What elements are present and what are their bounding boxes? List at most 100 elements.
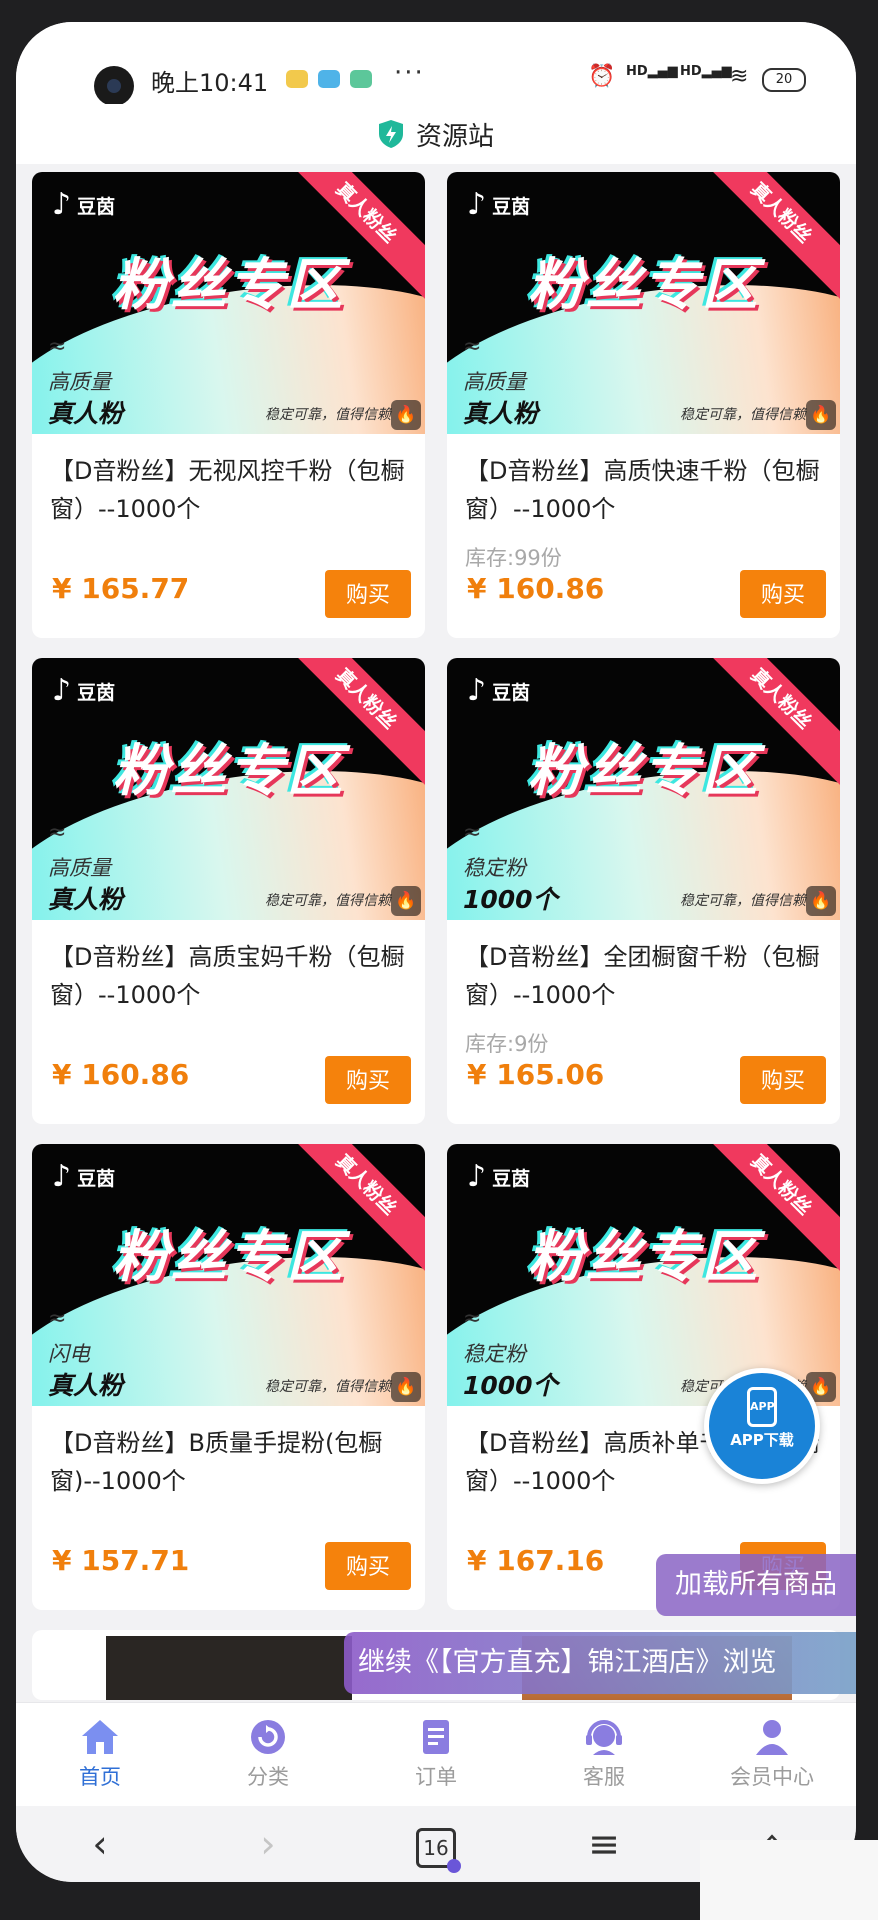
- stock-label: 库存:99份: [465, 546, 562, 570]
- fire-icon: 🔥: [395, 891, 417, 911]
- product-banner: ♪豆茵粉丝专区真人粉丝≈高质量真人粉稳定可靠，值得信赖🔥0: [447, 172, 840, 434]
- banner-tagline: 稳定可靠，值得信赖: [265, 893, 391, 909]
- brand-logo: ♪ 豆茵: [467, 1162, 530, 1192]
- product-banner: ♪豆茵粉丝专区真人粉丝≈闪电真人粉稳定可靠，值得信赖🔥0: [32, 1144, 425, 1406]
- product-card[interactable]: ♪豆茵粉丝专区真人粉丝≈高质量真人粉稳定可靠，值得信赖🔥0【D音粉丝】高质快速千…: [447, 172, 840, 638]
- page-title: 资源站: [415, 121, 494, 152]
- product-card[interactable]: ♪豆茵粉丝专区真人粉丝≈稳定粉1000个稳定可靠，值得信赖🔥0【D音粉丝】全团橱…: [447, 658, 840, 1124]
- buy-button[interactable]: 购买: [740, 1056, 826, 1104]
- stock-label: 库存:9份: [465, 1032, 549, 1056]
- music-note-icon: ♪: [52, 1159, 72, 1194]
- banner-title: 粉丝专区: [527, 253, 760, 318]
- product-banner: ♪豆茵粉丝专区真人粉丝≈高质量真人粉稳定可靠，值得信赖🔥0: [32, 658, 425, 920]
- order-icon: [423, 1720, 449, 1754]
- more-notifications-icon: ···: [394, 58, 425, 88]
- menu-button[interactable]: ≡: [564, 1822, 644, 1866]
- camera-cutout: [94, 66, 134, 106]
- brand-name: 豆茵: [77, 195, 116, 218]
- fire-icon: 🔥: [395, 1377, 417, 1397]
- banner-line2: 1000个: [463, 885, 558, 914]
- banner-title: 粉丝专区: [112, 739, 345, 804]
- tab-service[interactable]: 客服: [520, 1703, 688, 1807]
- product-price: ¥ 165.77: [52, 572, 190, 605]
- tab-category[interactable]: 分类: [184, 1703, 352, 1807]
- product-banner: ♪豆茵粉丝专区真人粉丝≈稳定粉1000个稳定可靠，值得信赖🔥0: [447, 1144, 840, 1406]
- fire-icon: 🔥: [395, 405, 417, 425]
- app-download-button[interactable]: APP APP下载: [704, 1368, 820, 1484]
- banner-line2: 真人粉: [48, 1371, 124, 1400]
- banner-title: 粉丝专区: [112, 253, 345, 318]
- buy-button[interactable]: 购买: [325, 1542, 411, 1590]
- banner-line1: 稳定粉: [463, 1342, 526, 1366]
- wave-glyph-icon: ≈: [463, 334, 482, 359]
- tab-home[interactable]: 首页: [16, 1703, 184, 1807]
- brand-logo: ♪ 豆茵: [467, 676, 530, 706]
- tabs-button[interactable]: 16: [396, 1820, 476, 1873]
- banner-tagline: 稳定可靠，值得信赖: [680, 893, 806, 909]
- brand-name: 豆茵: [492, 1167, 531, 1190]
- buy-button[interactable]: 购买: [740, 570, 826, 618]
- tab-orders[interactable]: 订单: [352, 1703, 520, 1807]
- product-title[interactable]: 【D音粉丝】全团橱窗千粉（包橱窗）--1000个: [465, 938, 827, 1014]
- wave-glyph-icon: ≈: [48, 334, 67, 359]
- notification-folder-icon: [286, 70, 308, 88]
- product-price: ¥ 160.86: [52, 1058, 190, 1091]
- tab-label: 会员中心: [730, 1765, 814, 1789]
- product-banner: ♪豆茵粉丝专区真人粉丝≈稳定粉1000个稳定可靠，值得信赖🔥0: [447, 658, 840, 920]
- product-card[interactable]: ♪豆茵粉丝专区真人粉丝≈闪电真人粉稳定可靠，值得信赖🔥0【D音粉丝】B质量手提粉…: [32, 1144, 425, 1610]
- banner-title: 粉丝专区: [527, 739, 760, 804]
- banner-line1: 稳定粉: [463, 856, 526, 880]
- banner-tagline: 稳定可靠，值得信赖: [265, 407, 391, 423]
- tab-label: 分类: [247, 1765, 289, 1789]
- back-button[interactable]: ‹: [60, 1822, 140, 1866]
- signal-icon: HD▂▄▆: [680, 64, 732, 79]
- home-icon: [82, 1720, 118, 1754]
- banner-line1: 高质量: [48, 856, 111, 880]
- hot-count-badge: 🔥0: [391, 886, 421, 916]
- product-title[interactable]: 【D音粉丝】高质快速千粉（包橱窗）--1000个: [465, 452, 827, 528]
- wifi-icon: ≋: [730, 64, 749, 89]
- product-title[interactable]: 【D音粉丝】无视风控千粉（包橱窗）--1000个: [50, 452, 412, 528]
- product-price: ¥ 157.71: [52, 1544, 190, 1577]
- notification-app-icon: [350, 70, 372, 88]
- banner-line1: 闪电: [48, 1342, 90, 1366]
- product-image: [106, 1636, 352, 1700]
- category-icon: [251, 1720, 285, 1754]
- music-note-icon: ♪: [467, 673, 487, 708]
- forward-button[interactable]: ›: [228, 1822, 308, 1866]
- wave-glyph-icon: ≈: [48, 820, 67, 845]
- hot-count-badge: 🔥0: [391, 400, 421, 430]
- phone-icon: APP: [747, 1387, 777, 1427]
- hot-count-badge: 🔥0: [806, 886, 836, 916]
- fire-icon: 🔥: [810, 891, 832, 911]
- continue-browsing-banner[interactable]: 继续《【官方直充】锦江酒店》浏览: [344, 1632, 856, 1694]
- music-note-icon: ♪: [52, 673, 72, 708]
- brand-name: 豆茵: [77, 681, 116, 704]
- buy-button[interactable]: 购买: [325, 1056, 411, 1104]
- product-card[interactable]: ♪豆茵粉丝专区真人粉丝≈高质量真人粉稳定可靠，值得信赖🔥0【D音粉丝】无视风控千…: [32, 172, 425, 638]
- brand-logo: ♪ 豆茵: [52, 190, 115, 220]
- banner-line1: 高质量: [463, 370, 526, 394]
- product-title[interactable]: 【D音粉丝】高质宝妈千粉（包橱窗）--1000个: [50, 938, 412, 1014]
- product-title[interactable]: 【D音粉丝】B质量手提粉(包橱窗)--1000个: [50, 1424, 412, 1500]
- product-price: ¥ 160.86: [467, 572, 605, 605]
- bottom-tab-bar: 首页 分类 订单 客服 会员中心: [16, 1702, 856, 1807]
- banner-tagline: 稳定可靠，值得信赖: [680, 407, 806, 423]
- load-all-products-button[interactable]: 加载所有商品: [656, 1554, 856, 1616]
- banner-line2: 真人粉: [48, 399, 124, 428]
- banner-line2: 1000个: [463, 1371, 558, 1400]
- tab-member-center[interactable]: 会员中心: [688, 1703, 856, 1807]
- tab-label: 首页: [79, 1765, 121, 1789]
- product-card[interactable]: ♪豆茵粉丝专区真人粉丝≈高质量真人粉稳定可靠，值得信赖🔥0【D音粉丝】高质宝妈千…: [32, 658, 425, 1124]
- product-price: ¥ 167.16: [467, 1544, 605, 1577]
- wave-glyph-icon: ≈: [463, 1306, 482, 1331]
- brand-name: 豆茵: [77, 1167, 116, 1190]
- product-price: ¥ 165.06: [467, 1058, 605, 1091]
- banner-title: 粉丝专区: [527, 1225, 760, 1290]
- buy-button[interactable]: 购买: [325, 570, 411, 618]
- tab-count: 16: [416, 1828, 461, 1873]
- brand-logo: ♪ 豆茵: [467, 190, 530, 220]
- battery-icon: 20: [762, 68, 806, 92]
- brand-name: 豆茵: [492, 195, 531, 218]
- banner-line2: 真人粉: [463, 399, 539, 428]
